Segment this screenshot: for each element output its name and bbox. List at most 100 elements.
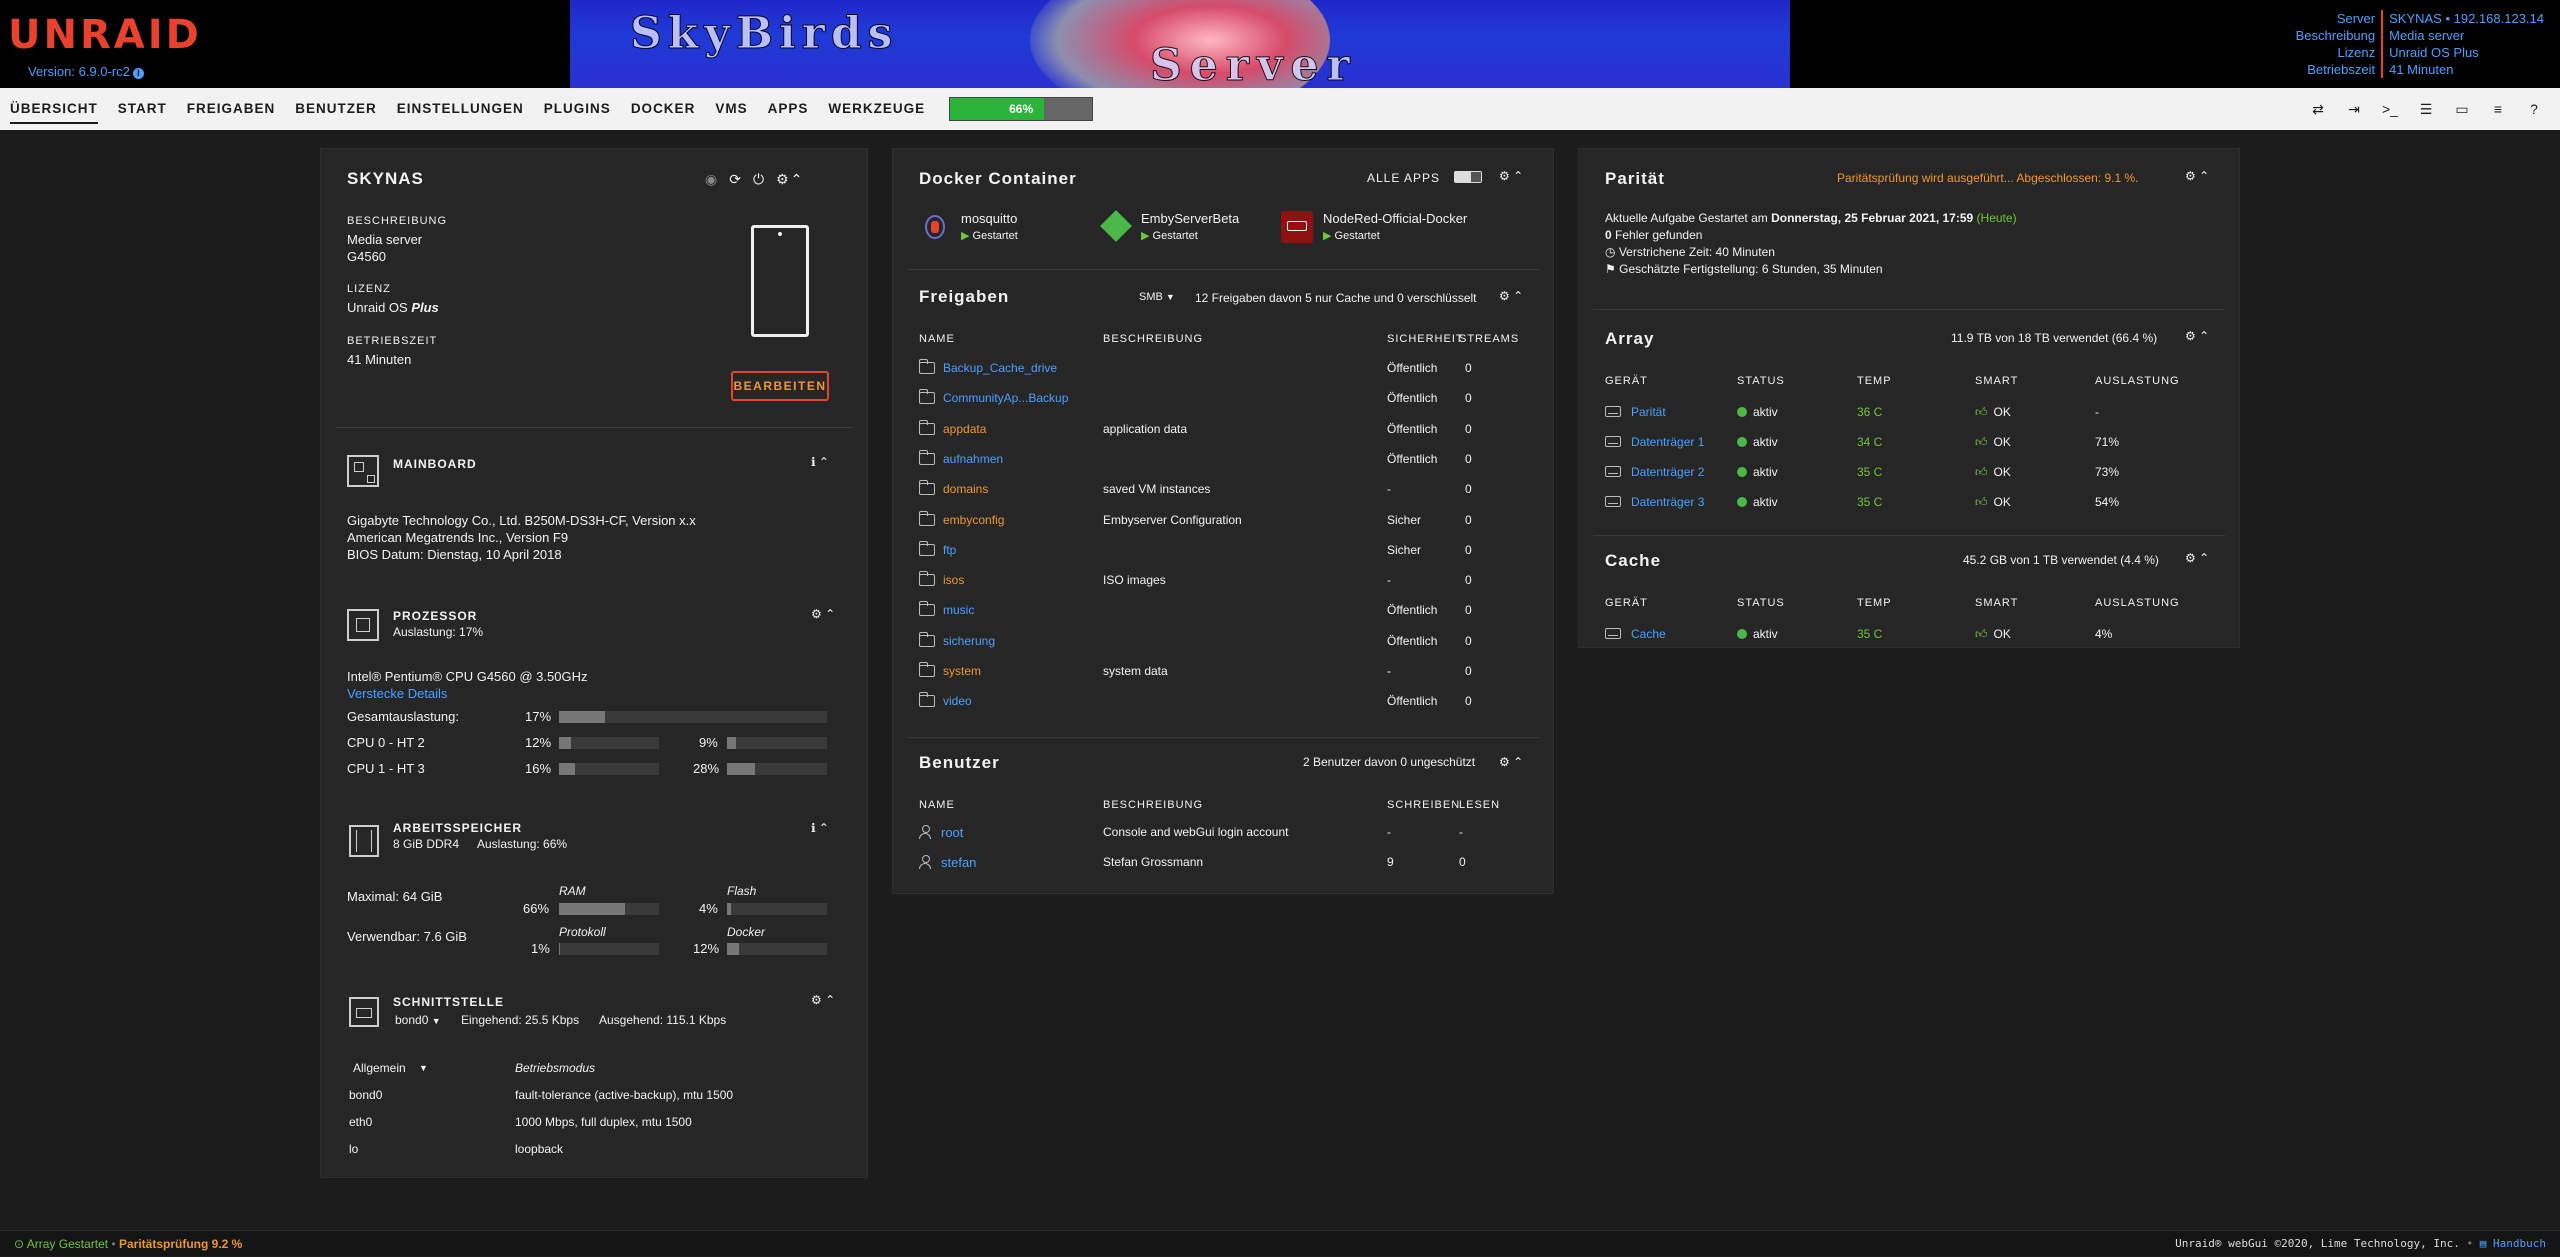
settings-icon[interactable]: ⚙ <box>811 607 822 621</box>
nav-start[interactable]: START <box>108 88 177 130</box>
monitor-icon[interactable]: ▭ <box>2444 101 2480 118</box>
case-icon[interactable] <box>751 225 809 337</box>
collapse-icon[interactable]: ⌃ <box>2199 169 2209 183</box>
toggle-switch[interactable] <box>1454 171 1482 183</box>
device-smart[interactable]: 👍︎OK <box>1975 435 2011 450</box>
share-name[interactable]: sicherung <box>943 634 995 648</box>
share-name[interactable]: appdata <box>943 422 986 436</box>
share-name[interactable]: video <box>943 694 972 708</box>
share-name[interactable]: aufnahmen <box>943 452 1003 466</box>
logout-icon[interactable]: ⇥ <box>2336 101 2372 118</box>
info-icon[interactable]: i <box>133 68 144 79</box>
share-row[interactable]: CommunityAp...Backup <box>919 391 1068 405</box>
nav-docker[interactable]: DOCKER <box>621 88 706 130</box>
protocol-select[interactable]: SMB ▼ <box>1139 291 1175 303</box>
version-info[interactable]: Version: 6.9.0-rc2i <box>28 64 144 79</box>
share-row[interactable]: domains <box>919 482 988 496</box>
share-name[interactable]: domains <box>943 482 988 496</box>
share-row[interactable]: system <box>919 664 981 678</box>
info-icon[interactable]: ℹ <box>811 821 816 835</box>
nav-apps[interactable]: APPS <box>758 88 819 130</box>
mosquitto-icon[interactable] <box>917 209 953 245</box>
share-name[interactable]: embyconfig <box>943 513 1004 527</box>
switch-language-icon[interactable]: ⇄ <box>2300 101 2336 118</box>
array-device[interactable]: Datenträger 2 <box>1605 465 1704 479</box>
reboot-icon[interactable]: ⟳ <box>729 171 753 187</box>
info-icon[interactable]: ℹ <box>811 455 816 469</box>
nav-settings[interactable]: EINSTELLUNGEN <box>387 88 534 130</box>
collapse-icon[interactable]: ⌃ <box>2199 551 2209 565</box>
share-row[interactable]: Backup_Cache_drive <box>919 361 1057 375</box>
collapse-icon[interactable]: ⌃ <box>1513 755 1523 769</box>
manual-link[interactable]: ▤ Handbuch <box>2480 1237 2546 1250</box>
device-name[interactable]: Datenträger 2 <box>1631 465 1704 479</box>
hide-details-link[interactable]: Verstecke Details <box>347 686 447 701</box>
help-icon[interactable]: ? <box>2516 101 2552 117</box>
device-smart[interactable]: 👍︎OK <box>1975 465 2011 480</box>
share-name[interactable]: isos <box>943 573 964 587</box>
share-row[interactable]: music <box>919 603 974 617</box>
collapse-icon[interactable]: ⌃ <box>819 455 829 469</box>
array-device[interactable]: Datenträger 3 <box>1605 495 1704 509</box>
record-icon[interactable]: ◉ <box>705 171 729 187</box>
emby-icon[interactable] <box>1100 210 1132 242</box>
collapse-icon[interactable]: ⌃ <box>1513 289 1523 303</box>
terminal-icon[interactable]: >_ <box>2372 101 2408 117</box>
share-row[interactable]: aufnahmen <box>919 452 1003 466</box>
all-apps-toggle[interactable]: ALLE APPS <box>1367 171 1482 185</box>
collapse-icon[interactable]: ⌃ <box>819 821 829 835</box>
collapse-icon[interactable]: ⌃ <box>825 607 835 621</box>
user-row[interactable]: root <box>919 825 963 840</box>
interface-view-select[interactable]: Allgemein▼ <box>353 1061 443 1075</box>
nav-users[interactable]: BENUTZER <box>285 88 387 130</box>
power-icon[interactable]: ⏻ <box>753 171 776 187</box>
collapse-icon[interactable]: ⌃ <box>791 171 815 187</box>
device-name[interactable]: Parität <box>1631 405 1666 419</box>
settings-icon[interactable]: ⚙ <box>1499 169 1510 183</box>
share-row[interactable]: appdata <box>919 422 986 436</box>
collapse-icon[interactable]: ⌃ <box>1513 169 1523 183</box>
share-row[interactable]: embyconfig <box>919 513 1004 527</box>
settings-icon[interactable]: ⚙ <box>2185 329 2196 343</box>
settings-icon[interactable]: ⚙ <box>1499 289 1510 303</box>
interface-select[interactable]: bond0 ▼ <box>395 1013 441 1027</box>
device-smart[interactable]: 👍︎OK <box>1975 405 2011 420</box>
feedback-icon[interactable]: ☰ <box>2408 101 2444 118</box>
device-smart[interactable]: 👍︎OK <box>1975 627 2011 642</box>
nav-plugins[interactable]: PLUGINS <box>534 88 621 130</box>
share-name[interactable]: system <box>943 664 981 678</box>
device-name[interactable]: Datenträger 1 <box>1631 435 1704 449</box>
array-device[interactable]: Parität <box>1605 405 1666 419</box>
nav-vms[interactable]: VMS <box>705 88 757 130</box>
share-name[interactable]: music <box>943 603 974 617</box>
unraid-logo[interactable]: UNRAID <box>8 12 202 58</box>
user-row[interactable]: stefan <box>919 855 976 870</box>
nav-overview[interactable]: ÜBERSICHT <box>0 88 108 130</box>
device-smart[interactable]: 👍︎OK <box>1975 495 2011 510</box>
share-row[interactable]: ftp <box>919 543 956 557</box>
share-name[interactable]: CommunityAp...Backup <box>943 391 1068 405</box>
settings-icon[interactable]: ⚙ <box>2185 551 2196 565</box>
device-name[interactable]: Datenträger 3 <box>1631 495 1704 509</box>
share-row[interactable]: sicherung <box>919 634 995 648</box>
settings-icon[interactable]: ⚙ <box>1499 755 1510 769</box>
container-name[interactable]: NodeRed-Official-Docker <box>1323 211 1467 226</box>
nav-shares[interactable]: FREIGABEN <box>177 88 286 130</box>
cache-device[interactable]: Cache <box>1605 627 1666 641</box>
share-row[interactable]: video <box>919 694 972 708</box>
share-name[interactable]: ftp <box>943 543 956 557</box>
device-name[interactable]: Cache <box>1631 627 1666 641</box>
log-icon[interactable]: ≡ <box>2480 101 2516 117</box>
user-name[interactable]: stefan <box>941 855 976 870</box>
nodered-icon[interactable] <box>1281 211 1313 243</box>
share-name[interactable]: Backup_Cache_drive <box>943 361 1057 375</box>
array-device[interactable]: Datenträger 1 <box>1605 435 1704 449</box>
settings-icon[interactable]: ⚙ <box>811 993 822 1007</box>
container-name[interactable]: mosquitto <box>961 211 1017 226</box>
user-name[interactable]: root <box>941 825 963 840</box>
collapse-icon[interactable]: ⌃ <box>2199 329 2209 343</box>
container-name[interactable]: EmbyServerBeta <box>1141 211 1239 226</box>
nav-tools[interactable]: WERKZEUGE <box>818 88 935 130</box>
edit-button[interactable]: BEARBEITEN <box>731 371 829 401</box>
share-row[interactable]: isos <box>919 573 964 587</box>
